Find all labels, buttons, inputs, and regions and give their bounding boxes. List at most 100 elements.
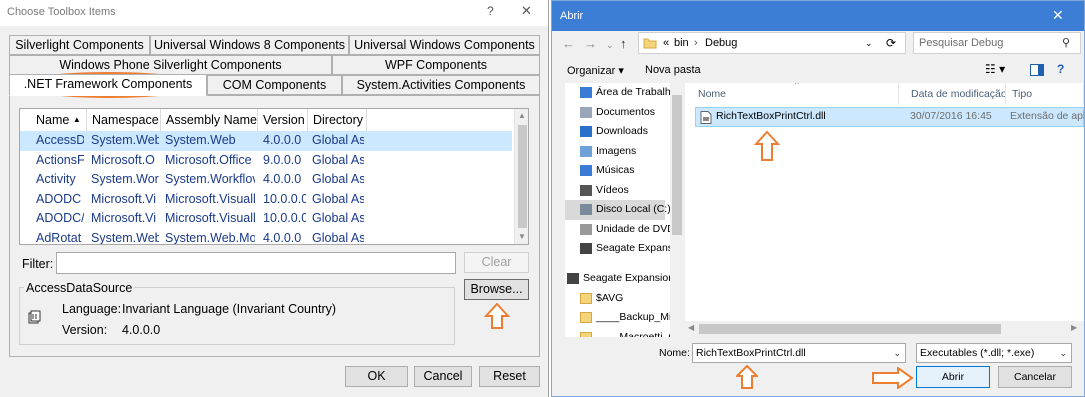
- choose-toolbox-items-dialog: Choose Toolbox Items ? ✕ Silverlight Com…: [0, 0, 549, 397]
- chevron-down-icon[interactable]: ⌄: [1059, 344, 1067, 362]
- nav-item[interactable]: $AVG: [565, 289, 665, 309]
- nav-item[interactable]: Disco Local (C:): [565, 200, 671, 220]
- nav-item-label: Disco Local (C:): [596, 203, 671, 215]
- tab-universal-windows[interactable]: Universal Windows Components: [349, 35, 540, 55]
- nav-item[interactable]: Seagate Expansion: [565, 239, 682, 259]
- nav-item[interactable]: Área de Trabalho: [565, 83, 677, 103]
- cell-namespace: Microsoft.Vi: [91, 191, 157, 206]
- nav-item[interactable]: Unidade de DVD: [565, 220, 675, 240]
- browse-arrow-icon: [484, 303, 510, 329]
- table-row[interactable]: AdRotat System.Web System.Web.Mol 4.0.0.0 Gl…: [20, 229, 512, 245]
- chevron-down-icon[interactable]: ⌄: [893, 344, 901, 362]
- table-row[interactable]: Activity System.Wor System.Workflov 4.0.0.0…: [20, 170, 512, 190]
- nav-scrollbar[interactable]: [670, 83, 684, 337]
- close-icon[interactable]: ✕: [521, 3, 532, 19]
- forward-icon[interactable]: →: [584, 36, 597, 51]
- scroll-left-icon[interactable]: ◀: [688, 323, 694, 332]
- address-bar[interactable]: « bin › Debug ⌄ ⟳: [638, 32, 906, 54]
- breadcrumb-debug[interactable]: Debug: [705, 33, 737, 53]
- nav-item[interactable]: Músicas: [565, 161, 665, 181]
- search-icon[interactable]: ⚲: [1062, 36, 1070, 49]
- components-list[interactable]: Name ▲ Namespace Assembly Name Version D…: [19, 108, 529, 245]
- file-name: RichTextBoxPrintCtrl.dll: [716, 110, 826, 122]
- scroll-up-icon[interactable]: ▲: [518, 111, 526, 120]
- file-horizontal-scrollbar[interactable]: ◀ ▶: [685, 321, 1084, 337]
- cell-namespace: Microsoft.O: [91, 152, 155, 167]
- scroll-down-icon[interactable]: ▼: [518, 232, 526, 241]
- organize-button[interactable]: Organizar ▾: [567, 64, 624, 77]
- cell-namespace: System.Web: [91, 230, 159, 245]
- reset-button[interactable]: Reset: [479, 366, 540, 387]
- tab-universal-windows-8[interactable]: Universal Windows 8 Components: [150, 35, 349, 55]
- new-folder-button[interactable]: Nova pasta: [645, 64, 701, 76]
- nav-item-label: Downloads: [596, 125, 648, 137]
- file-row[interactable]: RichTextBoxPrintCtrl.dll 30/07/2016 16:4…: [695, 107, 1084, 127]
- close-icon[interactable]: ✕: [1052, 7, 1064, 24]
- language-value: Invariant Language (Invariant Country): [122, 302, 337, 316]
- search-input[interactable]: Pesquisar Debug: [913, 32, 1081, 54]
- recent-locations-icon[interactable]: ⌄: [606, 40, 614, 51]
- up-icon[interactable]: ↑: [620, 36, 627, 51]
- cell-directory: Global As: [312, 191, 364, 206]
- view-options-icon[interactable]: ☷ ▾: [985, 62, 1005, 76]
- nav-item[interactable]: Seagate Expansion: [565, 269, 674, 289]
- nav-item[interactable]: Vídeos: [565, 181, 665, 201]
- cell-name: ADODC: [36, 191, 82, 206]
- cell-assembly: System.Workflov: [165, 172, 255, 186]
- column-directory[interactable]: Directory: [308, 109, 367, 131]
- filename-input[interactable]: RichTextBoxPrintCtrl.dll ⌄: [692, 343, 906, 363]
- filter-input[interactable]: [56, 252, 456, 274]
- scroll-right-icon[interactable]: ▶: [1071, 323, 1077, 332]
- cell-name: ADODC/: [36, 211, 84, 225]
- tab-com[interactable]: COM Components: [207, 75, 342, 95]
- column-date-modified[interactable]: Data de modificação: [906, 83, 1006, 105]
- clear-button[interactable]: Clear: [464, 252, 529, 273]
- nav-item[interactable]: Documentos: [565, 103, 665, 123]
- browse-button[interactable]: Browse...: [464, 279, 529, 300]
- dll-file-icon: [700, 111, 712, 124]
- nav-item-label: Documentos: [596, 105, 655, 118]
- navigation-pane[interactable]: Área de Trabalho Documentos Downloads Image…: [565, 83, 682, 337]
- list-vertical-scrollbar[interactable]: ▲ ▼: [514, 109, 528, 244]
- column-assembly-name[interactable]: Assembly Name: [161, 109, 258, 131]
- column-name-label: Name: [36, 113, 70, 127]
- preview-pane-icon[interactable]: [1030, 64, 1044, 76]
- column-version[interactable]: Version: [258, 109, 308, 131]
- back-icon[interactable]: ←: [562, 36, 575, 51]
- help-icon[interactable]: ?: [1057, 62, 1064, 76]
- nav-item[interactable]: Imagens: [565, 142, 665, 162]
- column-namespace[interactable]: Namespace: [87, 109, 161, 131]
- ok-button[interactable]: OK: [345, 366, 408, 387]
- scroll-thumb[interactable]: [518, 125, 527, 228]
- nav-item-label: Unidade de DVD: [596, 222, 675, 235]
- refresh-icon[interactable]: ⟳: [886, 33, 896, 53]
- cancel-button[interactable]: Cancel: [414, 366, 472, 387]
- nav-item[interactable]: ____Macroetti_Gr: [565, 328, 680, 337]
- breadcrumb-bin[interactable]: bin: [674, 33, 689, 53]
- address-dropdown-icon[interactable]: ⌄: [865, 33, 873, 53]
- help-icon[interactable]: ?: [487, 4, 494, 18]
- tab-windows-phone-silverlight[interactable]: Windows Phone Silverlight Components: [9, 55, 332, 75]
- table-row[interactable]: ADODC/Microsoft.Vi Microsoft.Visuall 10.0.…: [20, 209, 512, 229]
- table-row[interactable]: AccessD System.Web System.Web 4.0.0.0 Global…: [20, 131, 512, 151]
- right-title-bar: Abrir ✕: [552, 1, 1084, 31]
- tab-silverlight[interactable]: Silverlight Components: [9, 35, 150, 55]
- open-button[interactable]: Abrir: [916, 366, 990, 388]
- file-type-select[interactable]: Executables (*.dll; *.exe) ⌄: [916, 343, 1072, 363]
- cell-version: 4.0.0.0: [263, 133, 302, 147]
- column-type[interactable]: Tipo: [1007, 83, 1084, 105]
- tab-system-activities[interactable]: System.Activities Components: [342, 75, 540, 95]
- nav-scroll-thumb[interactable]: [672, 95, 682, 235]
- usb-drive-icon: [580, 243, 592, 254]
- file-date: 30/07/2016 16:45: [910, 110, 992, 122]
- table-row[interactable]: ActionsF Microsoft.O Microsoft.Office 9.0.0…: [20, 151, 512, 171]
- tab-wpf[interactable]: WPF Components: [332, 55, 540, 75]
- file-hscroll-thumb[interactable]: [699, 324, 1001, 334]
- column-name[interactable]: Name ▲: [31, 109, 87, 131]
- nav-item[interactable]: Downloads: [565, 122, 665, 142]
- table-row[interactable]: ADODC Microsoft.Vi Microsoft.Visuall 10.0.0…: [20, 190, 512, 210]
- cancel-button[interactable]: Cancelar: [998, 366, 1072, 388]
- tab-net-framework[interactable]: .NET Framework Components: [9, 74, 207, 96]
- nav-item[interactable]: ____Backup_Mic: [565, 308, 677, 328]
- file-list[interactable]: Nome ^ Data de modificação Tipo RichText…: [685, 83, 1084, 337]
